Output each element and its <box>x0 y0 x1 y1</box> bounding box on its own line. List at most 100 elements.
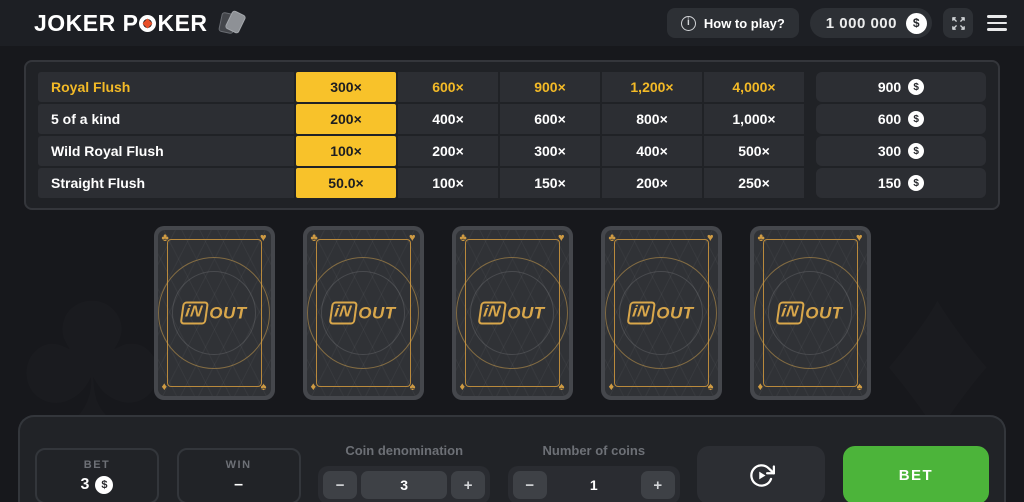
spade-suit-icon: ♠ <box>856 381 863 393</box>
inout-logo: iN OUT <box>477 301 544 325</box>
heart-suit-icon: ♥ <box>557 232 565 244</box>
paytable-rows: Royal Flush 300× 600× 900× 1,200× 4,000× 900 $5… <box>38 72 986 198</box>
hand-name: Wild Royal Flush <box>38 136 294 166</box>
playing-card-back[interactable]: ♣ ♥ ♦ ♠ iN OUT <box>302 226 424 400</box>
inout-logo-in: iN <box>626 301 656 325</box>
payout-value: 300 <box>877 143 902 159</box>
bet-display-box: BET 3 $ <box>35 448 159 502</box>
payout-cell: 900 $ <box>816 72 986 102</box>
multiplier-cell: 400× <box>398 104 498 134</box>
cards-fan-icon <box>217 9 249 36</box>
coin-denomination-label: Coin denomination <box>345 443 464 458</box>
club-suit-icon: ♣ <box>757 232 765 244</box>
bet-button[interactable]: BET <box>842 446 989 502</box>
coin-dollar-icon: $ <box>908 175 925 191</box>
payout-value: 900 <box>877 79 902 95</box>
coin-denomination-stepper: − 3 + <box>318 466 491 502</box>
paytable-row: Straight Flush 50.0× 100× 150× 200× 250× 150 $ <box>38 168 986 198</box>
inout-logo-in: iN <box>775 301 805 325</box>
multiplier-cell: 200× <box>602 168 702 198</box>
hamburger-menu-button[interactable] <box>984 11 1010 35</box>
multiplier-cell: 900× <box>500 72 600 102</box>
cards-row: ♣ ♥ ♦ ♠ iN OUT ♣ ♥ ♦ ♠ iN OUT ♣ ♥ ♦ ♠ iN… <box>0 226 1024 400</box>
playing-card-back[interactable]: ♣ ♥ ♦ ♠ iN OUT <box>451 226 573 400</box>
multiplier-cell: 600× <box>398 72 498 102</box>
card-back-design: ♣ ♥ ♦ ♠ iN OUT <box>455 230 569 396</box>
coin-dollar-icon: $ <box>908 79 925 95</box>
coin-denomination-plus-button[interactable]: + <box>451 471 486 499</box>
logo-text-part2: KER <box>157 9 208 36</box>
paytable-row: 5 of a kind 200× 400× 600× 800× 1,000× 600 $ <box>38 104 986 134</box>
payout-value: 600 <box>877 111 902 127</box>
inout-logo-in: iN <box>179 301 209 325</box>
spade-suit-icon: ♠ <box>260 381 267 393</box>
number-of-coins-plus-button[interactable]: + <box>640 471 675 499</box>
multiplier-cell: 100× <box>296 136 396 166</box>
paytable-spacer <box>804 168 816 198</box>
diamond-suit-icon: ♦ <box>459 381 466 393</box>
topbar-actions: i How to play? 1 000 000 $ <box>666 8 1010 38</box>
logo-text: JOKER P KER <box>34 10 208 37</box>
multiplier-cell: 1,200× <box>602 72 702 102</box>
diamond-o-icon <box>139 14 157 32</box>
coin-dollar-icon: $ <box>908 143 925 159</box>
coin-dollar-icon: $ <box>95 475 114 494</box>
coin-denomination-group: Coin denomination − 3 + <box>318 443 491 502</box>
multiplier-cell: 200× <box>398 136 498 166</box>
playing-card-back[interactable]: ♣ ♥ ♦ ♠ iN OUT <box>749 226 871 400</box>
paytable-spacer <box>804 136 816 166</box>
heart-suit-icon: ♥ <box>855 232 863 244</box>
paytable-row: Wild Royal Flush 100× 200× 300× 400× 500× 300 $ <box>38 136 986 166</box>
multiplier-cell: 50.0× <box>296 168 396 198</box>
paytable-panel: Royal Flush 300× 600× 900× 1,200× 4,000× 900 $5… <box>24 60 1000 210</box>
card-back-design: ♣ ♥ ♦ ♠ iN OUT <box>753 230 867 396</box>
spade-suit-icon: ♠ <box>409 381 416 393</box>
logo-text-part1: JOKER P <box>34 9 139 36</box>
inout-logo-out: OUT <box>805 303 843 322</box>
redeal-button[interactable] <box>697 446 826 502</box>
multiplier-cell: 1,000× <box>704 104 804 134</box>
number-of-coins-minus-button[interactable]: − <box>512 471 547 499</box>
hand-name: Straight Flush <box>38 168 294 198</box>
inout-logo: iN OUT <box>328 301 396 325</box>
number-of-coins-stepper: − 1 + <box>507 466 680 502</box>
number-of-coins-group: Number of coins − 1 + <box>507 443 680 502</box>
club-suit-icon: ♣ <box>608 232 616 244</box>
coin-denomination-value[interactable]: 3 <box>361 471 448 499</box>
spade-suit-icon: ♠ <box>558 381 565 393</box>
win-label: WIN <box>225 458 252 471</box>
inout-logo: iN OUT <box>179 301 247 325</box>
inout-logo-in: iN <box>477 301 507 325</box>
diamond-suit-icon: ♦ <box>608 381 615 393</box>
how-to-play-button[interactable]: i How to play? <box>666 8 799 38</box>
card-back-design: ♣ ♥ ♦ ♠ iN OUT <box>306 230 420 396</box>
inout-logo-out: OUT <box>358 303 396 322</box>
payout-cell: 600 $ <box>816 104 986 134</box>
payout-cell: 300 $ <box>816 136 986 166</box>
diamond-suit-icon: ♦ <box>161 381 168 393</box>
fullscreen-button[interactable] <box>943 8 973 38</box>
bet-label: BET <box>83 458 111 471</box>
heart-suit-icon: ♥ <box>408 232 416 244</box>
heart-suit-icon: ♥ <box>259 232 267 244</box>
multiplier-cell: 600× <box>500 104 600 134</box>
multiplier-cell: 200× <box>296 104 396 134</box>
playing-card-back[interactable]: ♣ ♥ ♦ ♠ iN OUT <box>600 226 722 400</box>
bet-value: 3 <box>80 475 90 493</box>
balance-display: 1 000 000 $ <box>809 8 932 38</box>
inout-logo-out: OUT <box>209 303 247 322</box>
coin-dollar-icon: $ <box>908 111 925 127</box>
multiplier-cell: 150× <box>500 168 600 198</box>
multiplier-cell: 500× <box>704 136 804 166</box>
coin-denomination-minus-button[interactable]: − <box>323 471 358 499</box>
inout-logo: iN OUT <box>775 301 843 325</box>
multiplier-cell: 4,000× <box>704 72 804 102</box>
inout-logo-out: OUT <box>656 303 694 322</box>
spade-suit-icon: ♠ <box>707 381 714 393</box>
multiplier-cell: 800× <box>602 104 702 134</box>
top-bar: JOKER P KER i How to play? 1 000 000 $ <box>0 0 1024 46</box>
replay-icon <box>750 463 775 487</box>
info-icon: i <box>680 15 696 31</box>
playing-card-back[interactable]: ♣ ♥ ♦ ♠ iN OUT <box>153 226 275 400</box>
win-value: – <box>234 475 244 493</box>
